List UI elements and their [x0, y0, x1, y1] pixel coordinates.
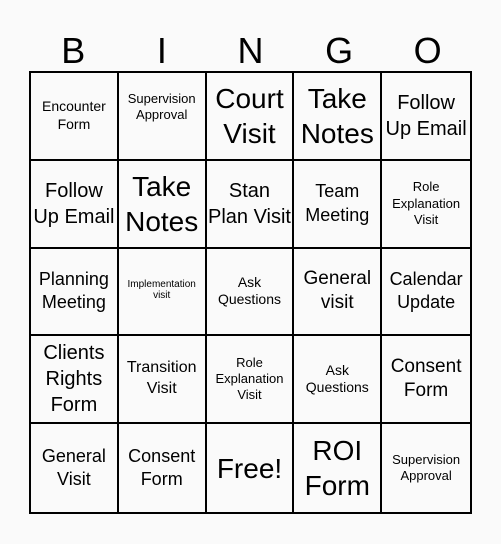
bingo-cell[interactable]: General visit: [294, 248, 383, 337]
bingo-cell[interactable]: Clients Rights Form: [31, 336, 119, 425]
bingo-cell[interactable]: Court Visit: [206, 73, 295, 161]
bingo-cell[interactable]: Take Notes: [118, 160, 207, 249]
bingo-cell[interactable]: Team Meeting: [294, 160, 383, 249]
bingo-cell[interactable]: Stan Plan Visit: [206, 160, 295, 249]
bingo-cell[interactable]: Encounter Form: [31, 73, 119, 161]
bingo-cell[interactable]: Follow Up Email: [31, 160, 119, 249]
header-letter-i: I: [156, 30, 167, 71]
bingo-cell[interactable]: Calendar Update: [382, 249, 470, 337]
free-space-cell[interactable]: Free!: [207, 424, 295, 512]
bingo-cell[interactable]: Ask Questions: [206, 248, 295, 337]
bingo-cell[interactable]: Consent Form: [382, 336, 470, 425]
bingo-cell[interactable]: Transition Visit: [118, 336, 207, 425]
bingo-header: B I N G O: [29, 30, 472, 72]
bingo-cell[interactable]: Role Explanation Visit: [382, 161, 470, 249]
bingo-cell[interactable]: Role Explanation Visit: [206, 336, 295, 425]
bingo-cell[interactable]: Planning Meeting: [31, 248, 119, 337]
header-letter-b: B: [61, 30, 86, 71]
bingo-cell[interactable]: General Visit: [31, 424, 119, 512]
bingo-grid: Encounter Form Supervision Approval Cour…: [29, 71, 472, 514]
bingo-cell[interactable]: Follow Up Email: [382, 73, 470, 161]
bingo-cell[interactable]: Take Notes: [294, 73, 383, 161]
bingo-cell[interactable]: ROI Form: [294, 424, 383, 512]
header-letter-n: N: [237, 30, 264, 71]
header-letter-g: G: [325, 30, 354, 71]
bingo-cell[interactable]: Consent Form: [119, 424, 207, 512]
bingo-cell[interactable]: Supervision Approval: [382, 424, 470, 512]
bingo-cell[interactable]: Supervision Approval: [118, 73, 207, 161]
bingo-cell[interactable]: Ask Questions: [294, 336, 383, 425]
header-letter-o: O: [413, 30, 442, 71]
bingo-cell[interactable]: Implementation visit: [118, 248, 207, 337]
